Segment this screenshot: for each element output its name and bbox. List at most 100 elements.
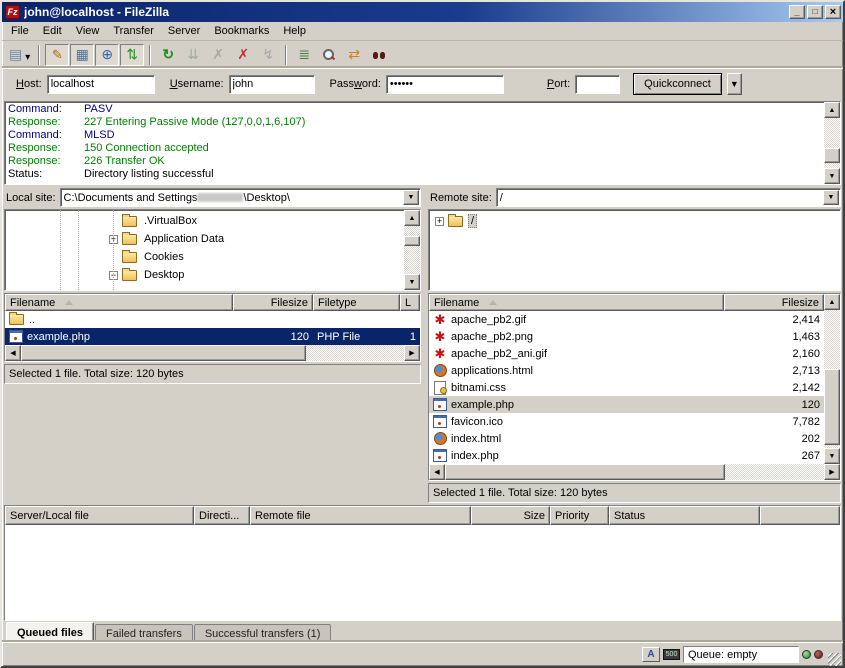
toggle-remote-tree-button[interactable] xyxy=(95,44,119,66)
scroll-up-arrow[interactable]: ▲ xyxy=(824,294,840,310)
scrollbar-thumb[interactable] xyxy=(404,236,420,246)
remote-list-body[interactable]: apache_pb2.gif2,414 apache_pb2.png1,463 … xyxy=(429,311,824,464)
tree-item-virtualbox[interactable]: .VirtualBox xyxy=(5,212,404,230)
local-site-combo[interactable]: C:\Documents and Settings\Desktop\ ▼ xyxy=(60,188,421,207)
menu-server[interactable]: Server xyxy=(161,23,207,39)
local-tree-body[interactable]: .VirtualBox + Application Data Cookies − xyxy=(5,210,404,290)
cancel-operation-button[interactable] xyxy=(206,44,230,66)
column-header-filesize[interactable]: Filesize xyxy=(724,294,824,311)
maximize-button[interactable]: □ xyxy=(807,5,823,19)
scroll-right-arrow[interactable]: ▶ xyxy=(404,345,420,361)
log-line: Response:150 Connection accepted xyxy=(8,142,824,155)
scroll-up-arrow[interactable]: ▲ xyxy=(824,102,840,118)
table-row[interactable]: bitnami.css2,142 xyxy=(429,379,824,396)
table-row-updir[interactable]: .. xyxy=(5,311,420,328)
column-header-filename[interactable]: Filename xyxy=(429,294,724,311)
remote-site-combo[interactable]: / ▼ xyxy=(496,188,841,207)
tab-queued-files[interactable]: Queued files xyxy=(6,622,94,642)
port-input[interactable] xyxy=(575,75,620,94)
column-header-status[interactable]: Status xyxy=(609,506,760,525)
column-header-server-local-file[interactable]: Server/Local file xyxy=(5,506,194,525)
remote-horizontal-scrollbar[interactable]: ◀ ▶ xyxy=(429,464,840,480)
title-bar[interactable]: Fz john@localhost - FileZilla _ □ × xyxy=(2,2,843,22)
log-vertical-scrollbar[interactable]: ▲ ▼ xyxy=(824,102,840,184)
menu-help[interactable]: Help xyxy=(276,23,313,39)
menu-bookmarks[interactable]: Bookmarks xyxy=(207,23,276,39)
toggle-queue-button[interactable] xyxy=(120,44,144,66)
table-row[interactable]: apache_pb2_ani.gif2,160 xyxy=(429,345,824,362)
minimize-button[interactable]: _ xyxy=(789,5,805,19)
local-horizontal-scrollbar[interactable]: ◀ ▶ xyxy=(5,345,420,361)
scrollbar-thumb[interactable] xyxy=(445,464,725,480)
scroll-left-arrow[interactable]: ◀ xyxy=(429,464,445,480)
table-row[interactable]: favicon.ico7,782 xyxy=(429,413,824,430)
column-header-filesize[interactable]: Filesize xyxy=(233,294,313,311)
table-row[interactable]: apache_pb2.gif2,414 xyxy=(429,311,824,328)
column-header-filename[interactable]: Filename xyxy=(5,294,233,311)
scrollbar-thumb[interactable] xyxy=(824,148,840,163)
directory-comparison-button[interactable] xyxy=(317,44,341,66)
filezilla-app-icon[interactable]: Fz xyxy=(5,5,20,19)
scrollbar-thumb[interactable] xyxy=(824,369,840,446)
column-header-direction[interactable]: Directi... xyxy=(194,506,250,525)
local-tree-vertical-scrollbar[interactable]: ▲ ▼ xyxy=(404,210,420,290)
scroll-down-arrow[interactable]: ▼ xyxy=(824,448,840,464)
scroll-down-arrow[interactable]: ▼ xyxy=(824,168,840,184)
table-row[interactable]: applications.html2,713 xyxy=(429,362,824,379)
username-input[interactable] xyxy=(229,75,315,94)
scroll-right-arrow[interactable]: ▶ xyxy=(824,464,840,480)
refresh-button[interactable] xyxy=(156,44,180,66)
pane-splitter[interactable] xyxy=(421,187,428,503)
tab-successful-transfers[interactable]: Successful transfers (1) xyxy=(194,624,332,642)
message-log-panel: Command:PASV Response:227 Entering Passi… xyxy=(4,101,841,185)
menu-file[interactable]: File xyxy=(4,23,36,39)
resize-grip[interactable] xyxy=(828,653,841,666)
tree-item-root[interactable]: + / xyxy=(429,212,840,230)
table-row[interactable]: index.php267 xyxy=(429,447,824,464)
process-queue-button[interactable] xyxy=(181,44,205,66)
toggle-local-tree-button[interactable] xyxy=(70,44,94,66)
combo-dropdown-button[interactable]: ▼ xyxy=(403,190,419,205)
site-manager-button[interactable] xyxy=(6,44,33,66)
disconnect-button[interactable] xyxy=(231,44,255,66)
synchronized-browsing-button[interactable] xyxy=(342,44,366,66)
reconnect-button[interactable] xyxy=(256,44,280,66)
tree-item-desktop[interactable]: − Desktop xyxy=(5,266,404,284)
directory-filters-button[interactable] xyxy=(292,44,316,66)
remote-status-text: Selected 1 file. Total size: 120 bytes xyxy=(428,483,841,503)
expand-plus-icon[interactable]: + xyxy=(435,217,444,226)
table-row-example-php[interactable]: example.php 120 PHP File 1 xyxy=(5,328,420,345)
quickconnect-button[interactable]: Quickconnect xyxy=(633,73,722,95)
menu-transfer[interactable]: Transfer xyxy=(106,23,161,39)
remote-tree-body[interactable]: + / xyxy=(429,210,840,290)
scrollbar-thumb[interactable] xyxy=(21,345,306,361)
column-header-filetype[interactable]: Filetype xyxy=(313,294,400,311)
tab-failed-transfers[interactable]: Failed transfers xyxy=(95,624,193,642)
menu-edit[interactable]: Edit xyxy=(36,23,69,39)
table-row[interactable]: index.html202 xyxy=(429,430,824,447)
menu-view[interactable]: View xyxy=(69,23,107,39)
remote-vertical-scrollbar[interactable]: ▲ ▼ xyxy=(824,294,840,464)
tree-item-cookies[interactable]: Cookies xyxy=(5,248,404,266)
scroll-left-arrow[interactable]: ◀ xyxy=(5,345,21,361)
table-row-selected[interactable]: example.php120 xyxy=(429,396,824,413)
local-list-body[interactable]: .. example.php 120 PHP File 1 xyxy=(5,311,420,345)
toggle-message-log-button[interactable] xyxy=(45,44,69,66)
quickconnect-dropdown-button[interactable]: ▼ xyxy=(727,73,742,95)
close-button[interactable]: × xyxy=(825,5,841,19)
column-header-modified[interactable]: L xyxy=(400,294,420,311)
speed-limit-icon[interactable]: 500 xyxy=(663,649,680,660)
host-input[interactable] xyxy=(47,75,155,94)
column-header-remote-file[interactable]: Remote file xyxy=(250,506,471,525)
scroll-down-arrow[interactable]: ▼ xyxy=(404,274,420,290)
scroll-up-arrow[interactable]: ▲ xyxy=(404,210,420,226)
find-files-button[interactable] xyxy=(367,44,391,66)
table-row[interactable]: apache_pb2.png1,463 xyxy=(429,328,824,345)
password-input[interactable] xyxy=(386,75,504,94)
data-type-indicator-icon[interactable]: A xyxy=(642,647,660,662)
combo-dropdown-button[interactable]: ▼ xyxy=(823,190,839,205)
column-header-size[interactable]: Size xyxy=(471,506,550,525)
column-header-priority[interactable]: Priority xyxy=(550,506,609,525)
tree-item-application-data[interactable]: + Application Data xyxy=(5,230,404,248)
queue-body[interactable] xyxy=(5,525,840,620)
